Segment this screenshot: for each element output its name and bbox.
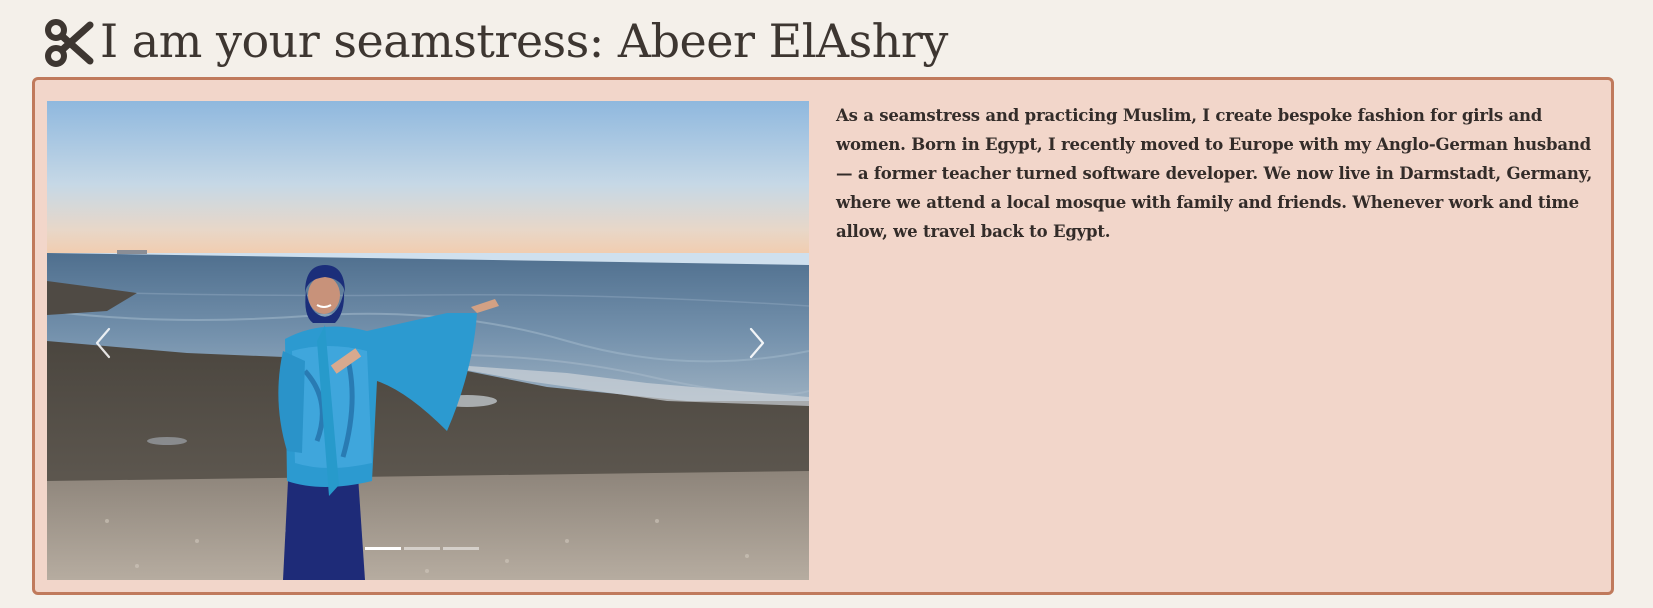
carousel-photo bbox=[47, 101, 809, 580]
bio-text: As a seamstress and practicing Muslim, I… bbox=[836, 106, 1593, 241]
carousel-indicator-2[interactable] bbox=[404, 547, 440, 550]
scissors-icon bbox=[45, 19, 94, 67]
page-header: I am your seamstress: Abeer ElAshry bbox=[44, 8, 948, 74]
chevron-left-icon[interactable] bbox=[89, 323, 119, 363]
page-title: I am your seamstress: Abeer ElAshry bbox=[100, 14, 948, 68]
photo-carousel[interactable] bbox=[47, 101, 809, 580]
about-card: As a seamstress and practicing Muslim, I… bbox=[32, 77, 1614, 595]
carousel-indicators bbox=[365, 547, 479, 550]
chevron-right-icon[interactable] bbox=[741, 323, 771, 363]
carousel-indicator-1[interactable] bbox=[365, 547, 401, 550]
carousel-indicator-3[interactable] bbox=[443, 547, 479, 550]
